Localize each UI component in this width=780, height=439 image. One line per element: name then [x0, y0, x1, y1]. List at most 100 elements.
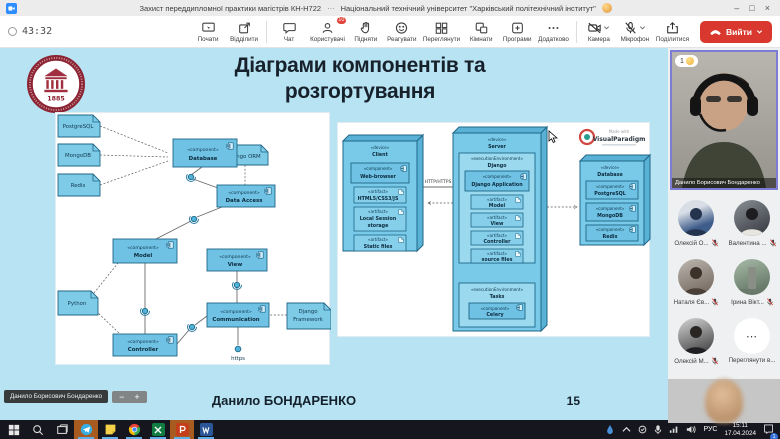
svg-text:Controller: Controller	[128, 347, 159, 353]
taskbar-app-telegram[interactable]	[74, 420, 98, 439]
zoom-out-button[interactable]: −	[119, 392, 124, 402]
participant-video-tile[interactable]	[668, 379, 780, 423]
component-data-access: «component»Data Access	[217, 185, 275, 207]
search-button[interactable]	[26, 420, 50, 439]
component-web-browser: «component» Web-browser	[351, 163, 409, 183]
apps-button[interactable]: Програми	[499, 17, 535, 47]
raise-hand-button[interactable]: Підняти	[348, 17, 384, 47]
svg-text:storage: storage	[368, 223, 389, 229]
participant-name: Олексій М...	[674, 358, 709, 365]
action-center-button[interactable]: 1	[763, 421, 774, 439]
share-screen-icon	[201, 21, 216, 35]
view-more-participants[interactable]: ⋯ Переглянути в...	[724, 318, 780, 373]
participant-tile[interactable]: Ірина Вікт...	[724, 259, 780, 314]
participant-tile[interactable]: Валентина ...	[724, 200, 780, 255]
mic-muted-icon	[770, 239, 776, 247]
tray-volume-icon[interactable]	[686, 425, 696, 434]
taskbar-app-chrome[interactable]	[122, 420, 146, 439]
component-view: «component»View	[207, 249, 267, 271]
view-button[interactable]: Переглянути	[420, 17, 463, 47]
taskbar-clock[interactable]: 15:11 17.04.2024	[724, 422, 756, 438]
tray-mic-icon[interactable]	[654, 425, 662, 435]
note-python: Python	[58, 291, 98, 315]
recording-indicator-icon	[8, 27, 17, 36]
react-smiley-icon	[394, 21, 409, 35]
component-model: «component» Model	[113, 239, 177, 263]
svg-text:«component»: «component»	[483, 174, 512, 179]
camera-options-chevron-icon[interactable]	[603, 24, 610, 31]
zoom-controls-pill: − +	[112, 391, 147, 403]
svg-text:«artifact»: «artifact»	[487, 233, 508, 238]
tray-expand-chevron-icon[interactable]	[622, 426, 631, 433]
minimize-button[interactable]: –	[734, 3, 739, 13]
svg-text:Framework: Framework	[293, 317, 324, 323]
svg-text:«component»: «component»	[187, 147, 219, 153]
svg-text:«artifact»: «artifact»	[368, 209, 389, 214]
share-button[interactable]: Поділитися	[653, 17, 692, 47]
zoom-in-button[interactable]: +	[134, 392, 139, 402]
participant-tile[interactable]: Олексій О...	[668, 200, 724, 255]
more-ellipsis-icon	[546, 21, 561, 35]
svg-text:VisualParadigm: VisualParadigm	[593, 136, 646, 143]
svg-text:PostgreSQL: PostgreSQL	[594, 191, 626, 197]
taskbar-app-sticky-notes[interactable]	[98, 420, 122, 439]
university-logo: 1885	[27, 55, 85, 113]
taskbar-app-word[interactable]	[194, 420, 218, 439]
more-ellipsis-icon[interactable]: ⋯	[734, 318, 770, 354]
svg-text:Web-browser: Web-browser	[360, 174, 396, 180]
zoom-app-icon	[6, 3, 17, 14]
language-indicator[interactable]: РУС	[703, 426, 717, 433]
start-button[interactable]	[2, 420, 26, 439]
taskbar-app-powerpoint[interactable]	[170, 420, 194, 439]
leave-options-chevron-icon[interactable]	[756, 28, 763, 35]
component-diagram: https PostgreSQL MongoDB Redis Django OR…	[56, 113, 331, 366]
start-button[interactable]: Почати	[190, 17, 226, 47]
svg-text:HTML5/CSS3/JS: HTML5/CSS3/JS	[358, 196, 399, 202]
tray-app-icon[interactable]	[605, 424, 615, 436]
tray-network-icon[interactable]	[669, 425, 679, 434]
leave-button[interactable]: Вийти	[700, 21, 772, 43]
close-button[interactable]: ×	[765, 3, 770, 13]
camera-button[interactable]: Камера	[581, 17, 617, 47]
slide-page-number: 15	[567, 394, 580, 408]
task-view-button[interactable]	[50, 420, 74, 439]
more-button[interactable]: Додатково	[535, 17, 572, 47]
avatar	[678, 200, 714, 236]
artifact-view: «artifact»View	[471, 213, 523, 227]
svg-text:View: View	[491, 221, 505, 227]
shared-slide: 1885 Діаграми компонентів та розгортуван…	[0, 48, 668, 420]
participants-grid: Олексій О... Валентина ...	[668, 192, 780, 373]
svg-text:Python: Python	[68, 301, 87, 307]
component-postgresql: «component»PostgreSQL	[586, 181, 638, 199]
chat-button[interactable]: Чат	[271, 17, 307, 47]
svg-text:Redis: Redis	[603, 234, 618, 240]
mic-muted-icon	[767, 298, 773, 306]
maximize-button[interactable]: □	[749, 3, 754, 13]
mic-options-chevron-icon[interactable]	[639, 24, 646, 31]
svg-text:«component»: «component»	[481, 306, 510, 311]
svg-text:Model: Model	[134, 253, 153, 259]
artifact-model: «artifact»Model	[471, 195, 523, 209]
tray-status-icon[interactable]	[638, 425, 647, 434]
meeting-topic: Національний технічний університет "Харк…	[341, 4, 596, 13]
taskbar-app-excel[interactable]	[146, 420, 170, 439]
sticky-notes-icon	[104, 423, 117, 436]
raise-hand-icon	[358, 21, 373, 35]
breakout-rooms-button[interactable]: Кімнати	[463, 17, 499, 47]
participant-tile[interactable]: Наталя Єв...	[668, 259, 724, 314]
participants-button[interactable]: 10 Користувачі	[307, 17, 348, 47]
https-label: https	[231, 356, 245, 362]
svg-text:Model: Model	[489, 203, 506, 209]
svg-text:«component»: «component»	[127, 245, 159, 251]
popout-button[interactable]: Відділити	[226, 17, 262, 47]
react-button[interactable]: Реагувати	[384, 17, 420, 47]
microphone-button[interactable]: Мікрофон	[617, 17, 653, 47]
users-icon	[320, 21, 335, 35]
active-speaker-video[interactable]: 1 Данило Борисович Бондаренко	[670, 50, 778, 190]
svg-text:Data Access: Data Access	[226, 198, 263, 204]
avatar	[734, 259, 770, 295]
mic-muted-icon	[712, 239, 718, 247]
participant-tile[interactable]: Олексій М...	[668, 318, 724, 373]
window-controls: – □ ×	[734, 3, 774, 13]
component-redis: «component»Redis	[586, 225, 638, 241]
